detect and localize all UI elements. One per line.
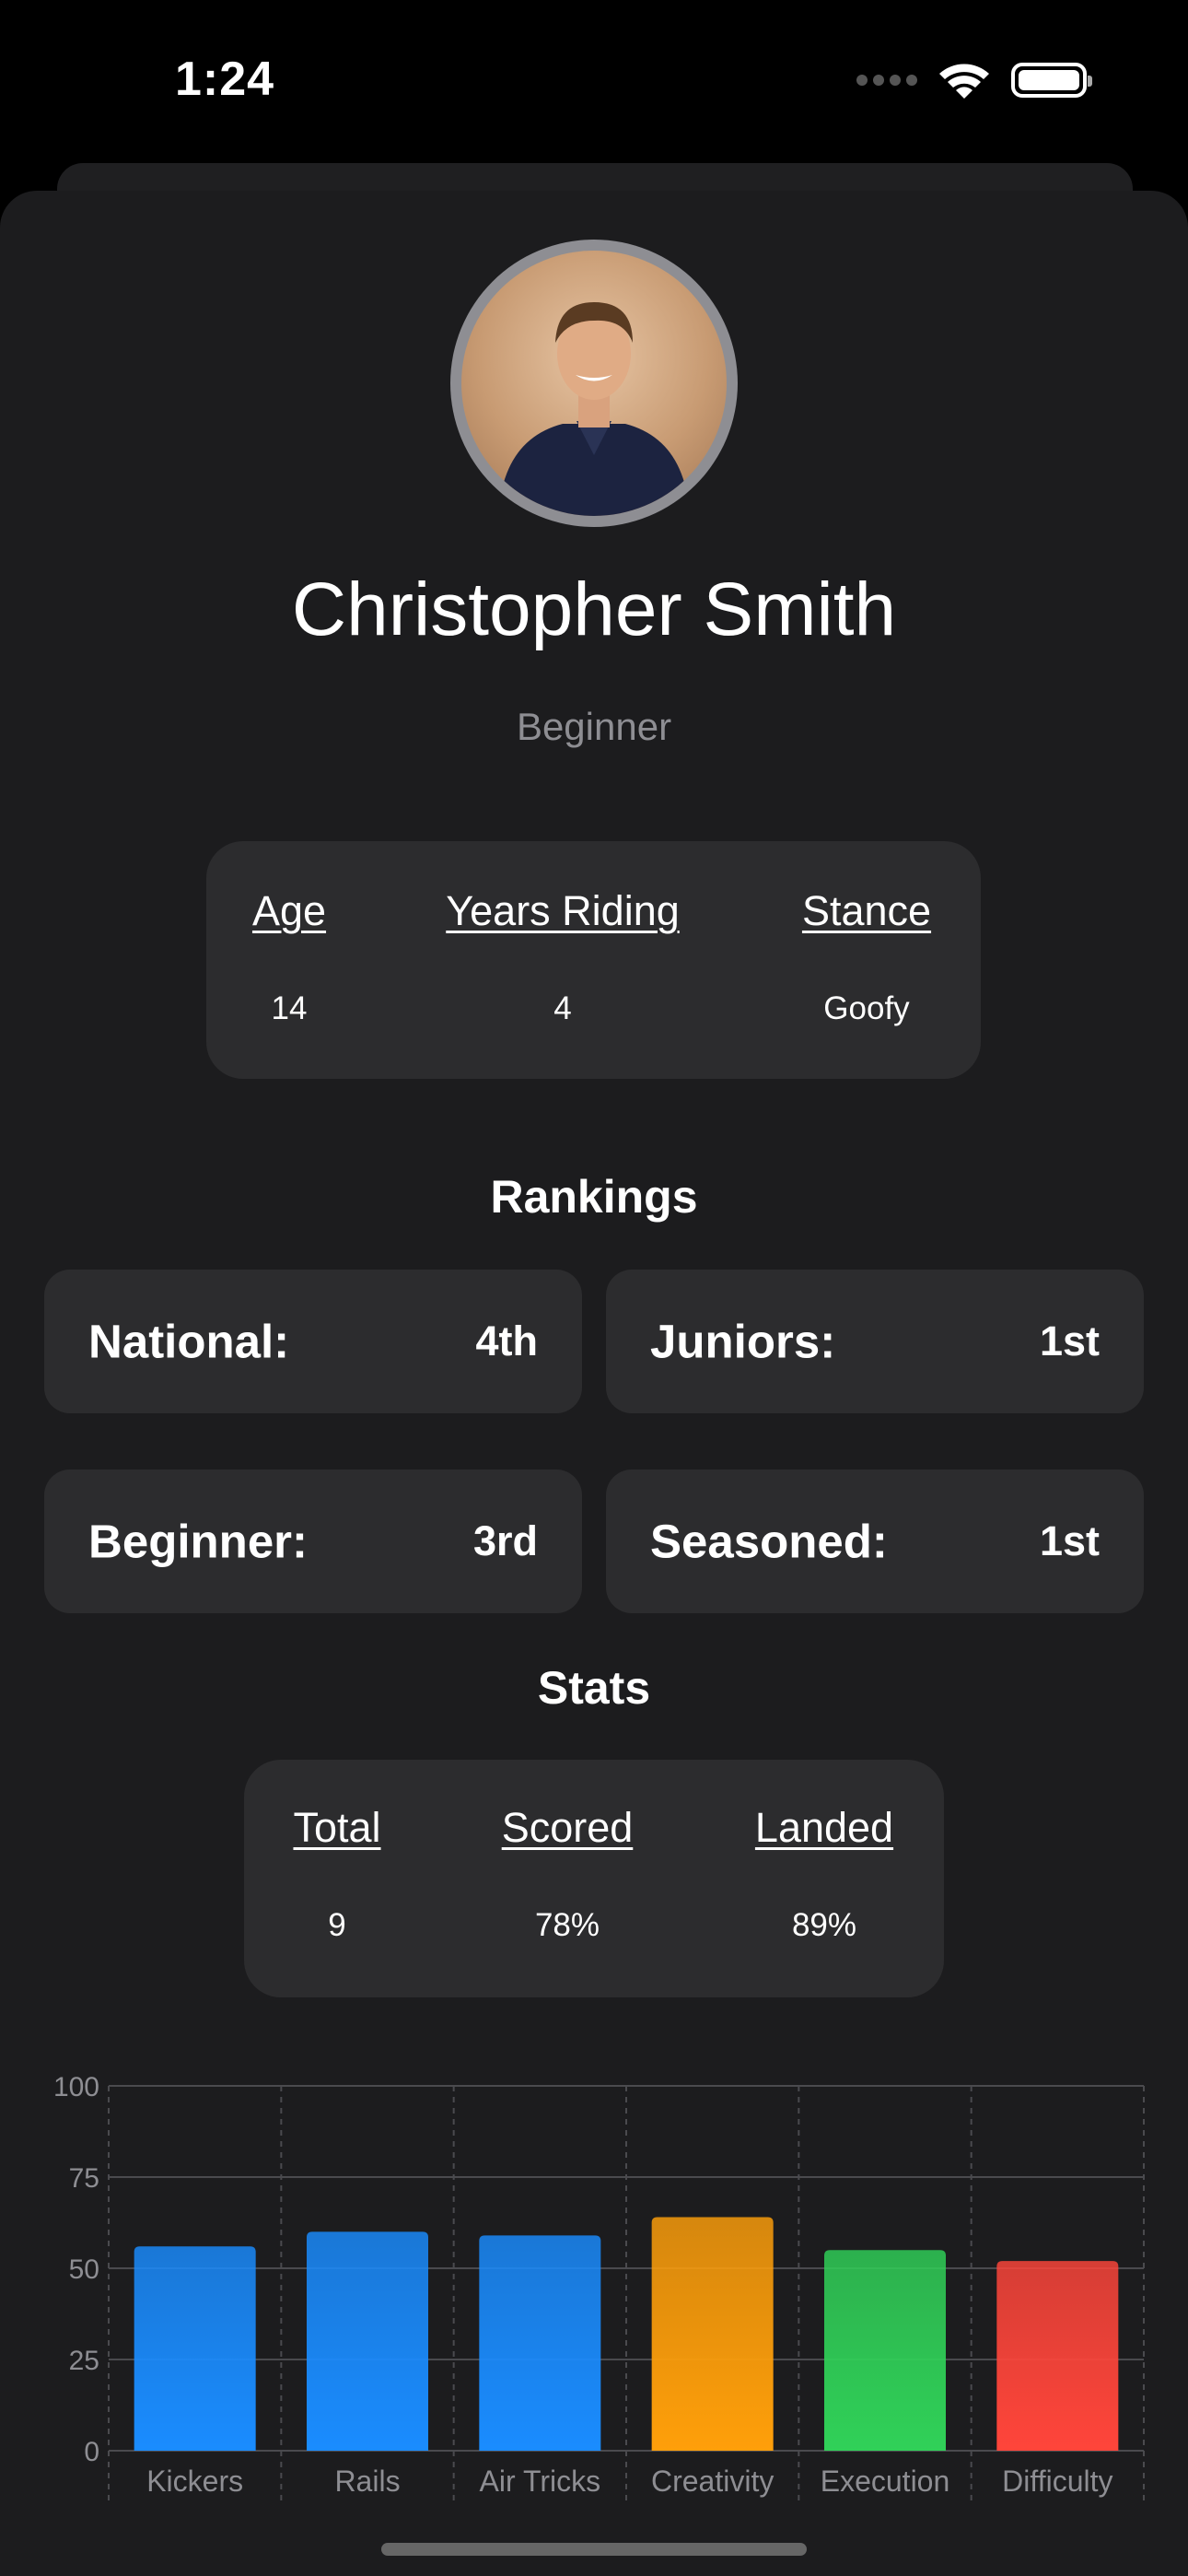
ranking-value: 1st: [1039, 1517, 1100, 1564]
status-bar: 1:24: [0, 0, 1188, 161]
ranking-beginner: Beginner: 3rd: [44, 1469, 582, 1613]
rankings-title: Rankings: [490, 1171, 698, 1223]
x-tick-label: Execution: [821, 2465, 950, 2498]
chart-bar: [651, 2217, 774, 2451]
chart-bar: [134, 2246, 256, 2451]
landed-label: Landed: [754, 1804, 894, 1851]
y-tick-label: 0: [84, 2437, 99, 2467]
ranking-label: Juniors:: [650, 1315, 836, 1368]
x-tick-label: Kickers: [146, 2465, 243, 2498]
home-indicator[interactable]: [381, 2543, 807, 2556]
stats-title: Stats: [537, 1662, 651, 1714]
age-value: 14: [271, 990, 308, 1026]
y-tick-label: 75: [69, 2163, 99, 2194]
avatar: [450, 240, 738, 527]
wifi-icon: [939, 64, 989, 99]
scored-value: 78%: [534, 1907, 600, 1943]
info-stance: Stance Goofy: [802, 887, 931, 1027]
profile-name: Christopher Smith: [291, 568, 897, 651]
landed-value: 89%: [791, 1907, 857, 1943]
ranking-label: National:: [88, 1315, 290, 1368]
profile-photo: [461, 251, 727, 516]
info-age: Age 14: [252, 887, 326, 1027]
profile-info-card: Age 14 Years Riding 4 Stance Goofy: [206, 841, 981, 1079]
years-riding-value: 4: [553, 990, 572, 1026]
stats-card: Total 9 Scored 78% Landed 89%: [244, 1760, 944, 1997]
status-icons: [856, 59, 1092, 101]
ranking-value: 1st: [1039, 1317, 1100, 1364]
stats-scored: Scored 78%: [502, 1804, 634, 1944]
chart-bar: [996, 2261, 1119, 2451]
stance-label: Stance: [801, 887, 932, 934]
y-tick-label: 50: [69, 2254, 99, 2285]
chart-bar: [824, 2250, 946, 2451]
ranking-label: Beginner:: [88, 1515, 309, 1568]
age-label: Age: [251, 887, 327, 934]
ranking-label: Seasoned:: [650, 1515, 888, 1568]
chart-bar: [479, 2235, 601, 2451]
chart-bar: [307, 2231, 428, 2451]
info-years-riding: Years Riding 4: [446, 887, 680, 1027]
battery-icon: [1011, 63, 1092, 98]
total-value: 9: [328, 1907, 346, 1943]
y-tick-label: 25: [69, 2346, 99, 2376]
y-tick-label: 100: [53, 2072, 99, 2102]
ranking-national: National: 4th: [44, 1270, 582, 1413]
ranking-value: 4th: [475, 1317, 539, 1364]
stance-value: Goofy: [823, 990, 910, 1026]
total-label: Total: [293, 1804, 381, 1851]
stats-total: Total 9: [293, 1804, 380, 1944]
ranking-juniors: Juniors: 1st: [606, 1270, 1144, 1413]
cellular-signal-icon: [856, 75, 917, 86]
stats-landed: Landed 89%: [755, 1804, 893, 1944]
ranking-seasoned: Seasoned: 1st: [606, 1469, 1144, 1613]
years-riding-label: Years Riding: [446, 887, 680, 934]
x-tick-label: Air Tricks: [480, 2465, 601, 2498]
scored-label: Scored: [501, 1804, 634, 1851]
x-tick-label: Creativity: [651, 2465, 774, 2498]
scores-bar-chart: 0 25 50 75 100 Kickers Rails Air Tricks Creativi…: [53, 2072, 1145, 2506]
status-time: 1:24: [175, 53, 275, 106]
x-tick-label: Rails: [334, 2465, 400, 2498]
profile-level: Beginner: [516, 705, 672, 748]
ranking-value: 3rd: [472, 1517, 538, 1564]
x-tick-label: Difficulty: [1002, 2465, 1112, 2498]
